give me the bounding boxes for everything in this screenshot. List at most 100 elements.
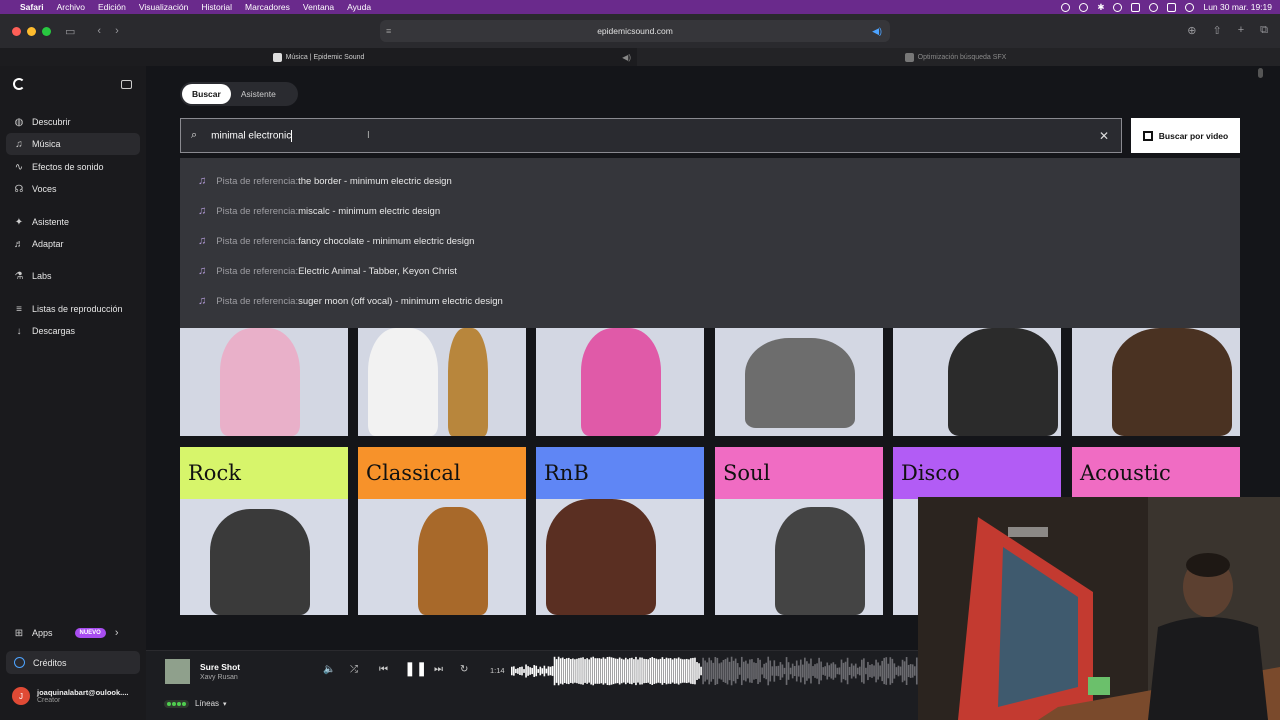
sidebar-item-apps[interactable]: ⊞ Apps NUEVO › — [6, 622, 140, 644]
suggestion-item[interactable]: ♫ Pista de referencia: the border - mini… — [198, 175, 452, 187]
page-scrollbar[interactable] — [1258, 68, 1263, 78]
address-bar[interactable]: ≡ epidemicsound.com ◀) — [380, 20, 890, 42]
zoom-window-button[interactable] — [42, 26, 51, 36]
tab-epidemic-sound[interactable]: Música | Epidemic Sound ◀) — [0, 48, 637, 66]
waveform-bar — [696, 662, 698, 680]
repeat-icon[interactable]: ↻ — [460, 664, 468, 675]
tab-audio-icon[interactable]: ◀) — [622, 53, 631, 62]
new-badge: NUEVO — [74, 628, 106, 638]
genre-photo-3[interactable] — [536, 328, 704, 436]
siri-icon[interactable] — [1185, 2, 1195, 12]
credits-button[interactable]: Créditos — [6, 651, 140, 674]
waveform-bar — [840, 659, 843, 683]
sidebar-item-voces[interactable]: ☊ Voces — [6, 178, 140, 200]
waveform-bar — [683, 659, 686, 683]
genre-photo-1[interactable] — [180, 328, 348, 436]
waveform-bar — [759, 659, 761, 683]
sync-icon[interactable] — [1079, 2, 1089, 12]
menu-archivo[interactable]: Archivo — [57, 2, 85, 12]
close-window-button[interactable] — [12, 26, 21, 36]
back-icon[interactable]: ‹ — [97, 25, 101, 37]
sidebar-toggle-icon[interactable]: ▭ — [65, 25, 75, 38]
waveform-bar — [830, 663, 833, 679]
menu-edicion[interactable]: Edición — [98, 2, 126, 12]
waveform-bar — [584, 659, 586, 683]
downloads-icon[interactable]: ⊕ — [1187, 24, 1196, 37]
genre-photo-2[interactable] — [358, 328, 526, 436]
audio-playing-icon[interactable]: ◀) — [872, 26, 882, 37]
page-menu-icon[interactable]: ≡ — [386, 26, 391, 36]
track-artist[interactable]: Xavy Rusan — [200, 674, 240, 681]
genre-tile-soul[interactable]: Soul — [715, 447, 883, 615]
waveform-bar — [749, 659, 751, 683]
genre-tile-rock[interactable]: Rock — [180, 447, 348, 615]
sidebar-item-labs[interactable]: ⚗ Labs — [6, 265, 140, 287]
next-icon[interactable]: ⏭ — [434, 664, 443, 675]
menu-ayuda[interactable]: Ayuda — [347, 2, 371, 12]
waveform-bar — [806, 661, 808, 681]
control-center-icon[interactable] — [1167, 2, 1177, 12]
new-tab-icon[interactable]: + — [1238, 24, 1244, 37]
menu-historial[interactable]: Historial — [201, 2, 232, 12]
bluetooth-icon[interactable]: ✱ — [1097, 2, 1104, 13]
stems-selector[interactable]: Líneas ▾ — [164, 699, 227, 708]
mode-asistente-button[interactable]: Asistente — [231, 84, 286, 104]
spotlight-icon[interactable] — [1149, 2, 1159, 12]
sidebar-item-label: Labs — [32, 271, 52, 281]
display-icon[interactable] — [1131, 2, 1141, 12]
collapse-sidebar-icon[interactable] — [121, 80, 132, 89]
epidemic-logo-icon[interactable] — [13, 78, 25, 90]
previous-icon[interactable]: ⏮ — [379, 664, 388, 675]
suggestion-item[interactable]: ♫ Pista de referencia: suger moon (off v… — [198, 295, 503, 307]
menu-app[interactable]: Safari — [20, 2, 44, 12]
genre-tile-rnb[interactable]: RnB — [536, 447, 704, 615]
search-icon: ⌕ — [191, 129, 198, 141]
sidebar-item-descargas[interactable]: ↓ Descargas — [6, 320, 140, 342]
volume-icon[interactable]: 🔈 — [323, 664, 335, 675]
shuffle-icon[interactable]: ⤮ — [350, 664, 358, 675]
play-status-icon[interactable] — [1113, 2, 1123, 12]
suggestion-item[interactable]: ♫ Pista de referencia: Electric Animal -… — [198, 265, 457, 277]
track-cover[interactable] — [165, 659, 190, 684]
figure-shape — [418, 507, 488, 615]
genre-photo-4[interactable] — [715, 328, 883, 436]
waveform-bar — [572, 658, 574, 684]
clock[interactable]: Lun 30 mar. 19:19 — [1203, 2, 1272, 12]
genre-photo-6[interactable] — [1072, 328, 1240, 436]
pause-button[interactable]: ❚❚ — [404, 660, 427, 677]
user-account[interactable]: J joaquinalabart@oulook.... Creator — [12, 687, 129, 705]
mode-buscar-button[interactable]: Buscar — [182, 84, 231, 104]
minimize-window-button[interactable] — [27, 26, 36, 36]
suggestion-item[interactable]: ♫ Pista de referencia: fancy chocolate -… — [198, 235, 474, 247]
waveform-bar — [712, 662, 715, 680]
menu-ventana[interactable]: Ventana — [303, 2, 334, 12]
sidebar-item-descubrir[interactable]: ◍ Descubrir — [6, 111, 140, 133]
menu-visualizacion[interactable]: Visualización — [139, 2, 188, 12]
search-by-video-button[interactable]: Buscar por video — [1131, 118, 1240, 153]
sidebar-item-efectos[interactable]: ∿ Efectos de sonido — [6, 156, 140, 178]
waveform-bar — [596, 658, 599, 684]
tab-overview-icon[interactable]: ⧉ — [1260, 24, 1268, 37]
share-icon[interactable]: ⇧ — [1212, 24, 1221, 37]
track-title[interactable]: Sure Shot — [200, 662, 240, 672]
forward-icon[interactable]: › — [115, 25, 119, 37]
waveform-bar — [838, 667, 841, 675]
waveform-bar — [769, 660, 772, 682]
clear-search-icon[interactable]: ✕ — [1099, 129, 1109, 143]
waveform-bar — [810, 658, 812, 684]
genre-tile-classical[interactable]: Classical — [358, 447, 526, 615]
tab-sfx[interactable]: Optimización búsqueda SFX — [637, 48, 1274, 66]
genre-photo-5[interactable] — [893, 328, 1061, 436]
waveform-bar — [740, 656, 743, 686]
sidebar-item-adaptar[interactable]: ♬ Adaptar — [6, 233, 140, 255]
sidebar-item-asistente[interactable]: ✦ Asistente — [6, 211, 140, 233]
sidebar-item-musica[interactable]: ♫ Música — [6, 133, 140, 155]
waveform-bar — [856, 667, 859, 675]
sidebar-item-listas[interactable]: ≡ Listas de reproducción — [6, 298, 140, 320]
record-icon[interactable] — [1061, 2, 1071, 12]
waveform-seekbar[interactable] — [511, 655, 918, 687]
suggestion-item[interactable]: ♫ Pista de referencia: miscalc - minimum… — [198, 205, 440, 217]
menu-marcadores[interactable]: Marcadores — [245, 2, 290, 12]
search-input[interactable]: ⌕ minimal electronic I ✕ — [180, 118, 1122, 153]
search-mode-toggle: Buscar Asistente — [180, 82, 298, 106]
